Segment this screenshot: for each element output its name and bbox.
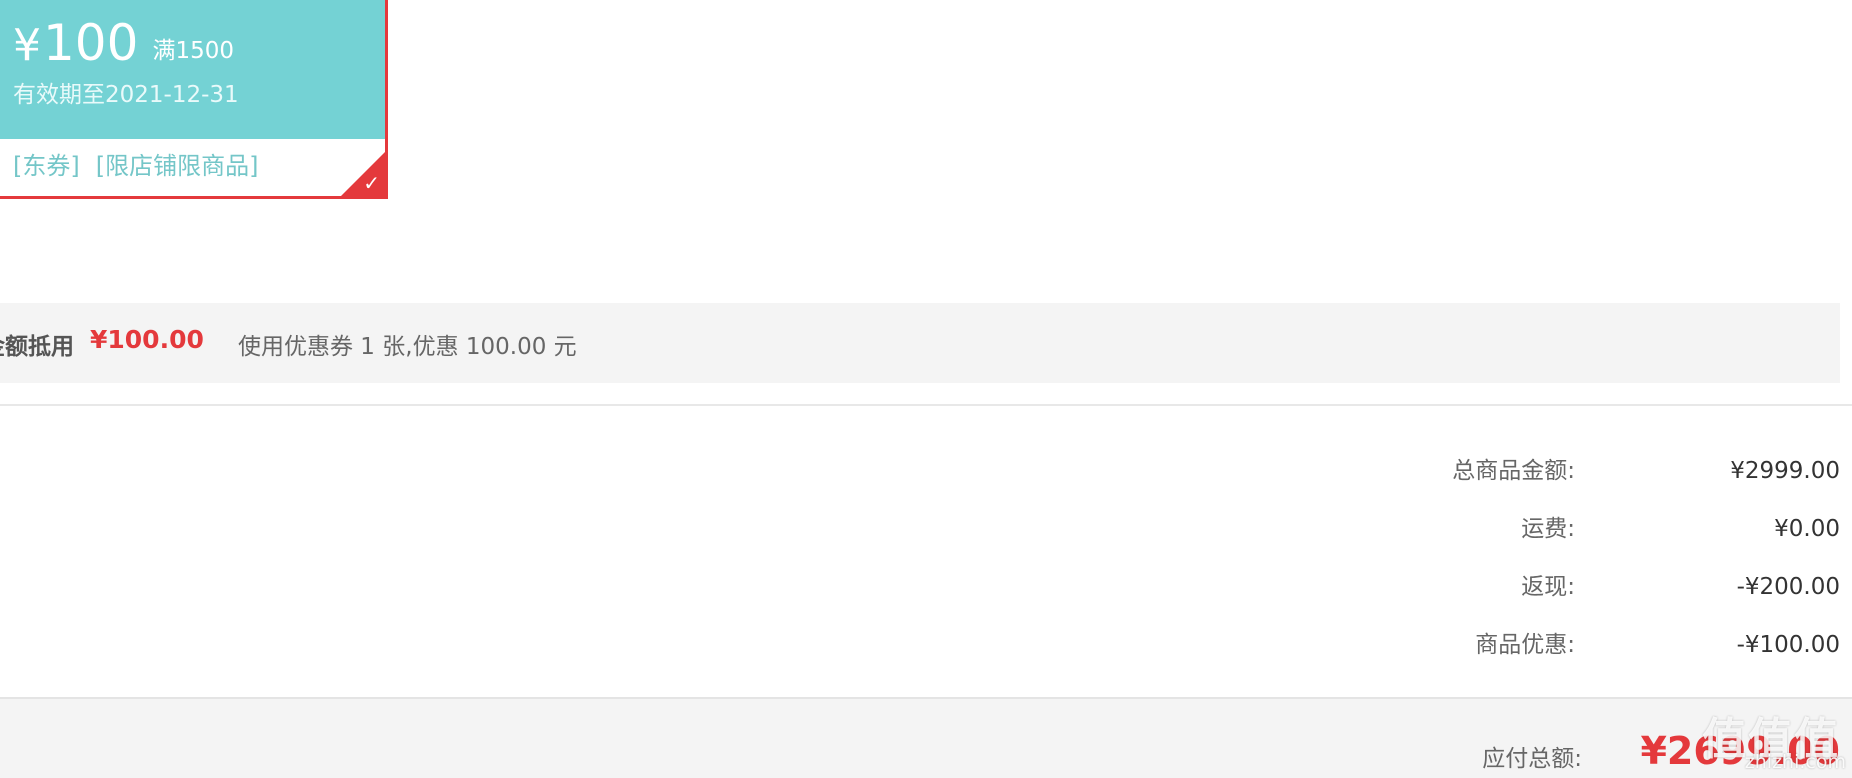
- discount-description: 使用优惠券 1 张,优惠 100.00 元: [238, 334, 577, 360]
- payable-total-bar: 应付总额: ¥2699.00 值值值 zhizhi.com: [0, 697, 1852, 778]
- summary-label: 总商品金额:: [1452, 458, 1575, 484]
- watermark-url: zhizhi.com: [1744, 751, 1846, 773]
- summary-value: ¥2999.00: [1730, 458, 1840, 484]
- coupon-limit: 满1500: [152, 38, 234, 64]
- discount-amount: ¥100.00: [90, 325, 204, 354]
- coupon-tag-store-limited: [限店铺限商品]: [95, 152, 259, 180]
- coupon-validity: 有效期至2021-12-31: [13, 82, 239, 108]
- coupon-currency: ¥: [13, 20, 41, 71]
- summary-label: 返现:: [1521, 574, 1575, 600]
- summary-value: -¥200.00: [1736, 574, 1840, 600]
- summary-value: -¥100.00: [1736, 632, 1840, 658]
- section-divider: [0, 404, 1852, 406]
- summary-row-shipping: 运费: ¥0.00: [940, 509, 1840, 549]
- summary-row-goods-total: 总商品金额: ¥2999.00: [940, 451, 1840, 491]
- summary-value: ¥0.00: [1774, 516, 1840, 542]
- coupon-card[interactable]: ¥100 满1500 有效期至2021-12-31 [东券] [限店铺限商品] ✓: [0, 0, 388, 199]
- checkmark-icon: ✓: [363, 171, 380, 195]
- total-label: 应付总额:: [1482, 746, 1582, 772]
- summary-row-cashback: 返现: -¥200.00: [940, 567, 1840, 607]
- discount-label: 金额抵用: [0, 334, 74, 360]
- coupon-tags: [东券] [限店铺限商品]: [13, 150, 274, 182]
- coupon-amount: ¥100 满1500: [13, 15, 234, 81]
- order-checkout-page: ¥100 满1500 有效期至2021-12-31 [东券] [限店铺限商品] ✓ …: [0, 0, 1852, 778]
- summary-label: 运费:: [1521, 516, 1575, 542]
- summary-label: 商品优惠:: [1475, 632, 1575, 658]
- coupon-discount-bar: 金额抵用 ¥100.00 使用优惠券 1 张,优惠 100.00 元: [0, 303, 1840, 383]
- coupon-tag-jd: [东券]: [13, 152, 80, 180]
- coupon-value: 100: [43, 14, 139, 72]
- summary-row-product-discount: 商品优惠: -¥100.00: [940, 625, 1840, 665]
- coupon-header: ¥100 满1500 有效期至2021-12-31: [0, 0, 385, 139]
